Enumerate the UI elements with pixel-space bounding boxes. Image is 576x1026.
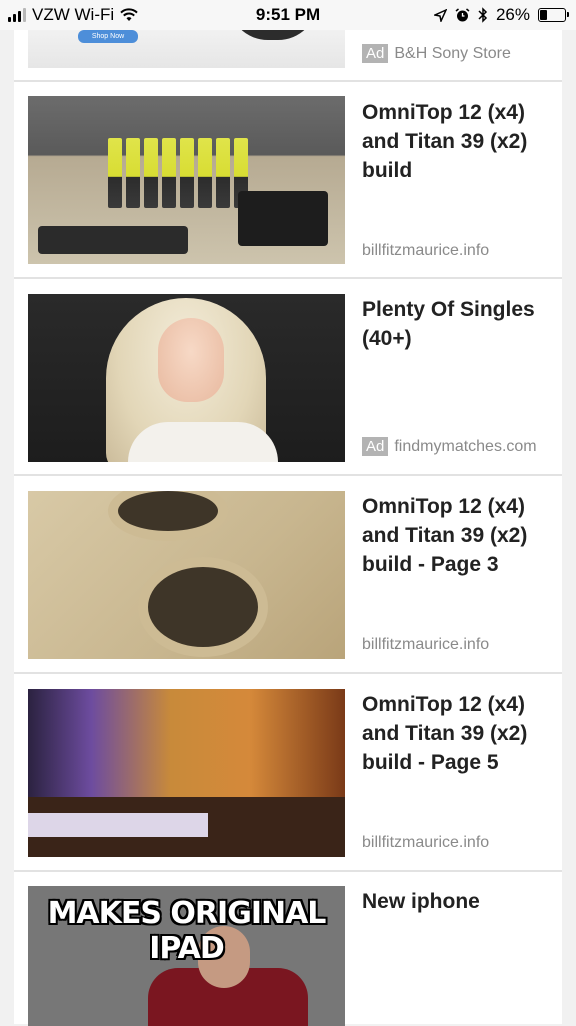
ad-badge: Ad — [362, 44, 389, 63]
meme-caption: MAKES ORIGINAL IPAD — [47, 896, 327, 966]
article-thumbnail — [28, 491, 345, 659]
battery-icon — [538, 8, 569, 22]
card-source: Ad findmymatches.com — [362, 437, 537, 456]
content-feed: Shop Now Ad B&H Sony Store OmniTop 12 (x… — [14, 0, 562, 1026]
article-title[interactable]: OmniTop 12 (x4) and Titan 39 (x2) build — [362, 98, 552, 185]
article-thumbnail — [28, 96, 345, 264]
ad-thumbnail — [28, 294, 345, 462]
article-title[interactable]: Plenty Of Singles (40+) — [362, 295, 552, 353]
article-title[interactable]: New iphone — [362, 887, 552, 916]
source-label: billfitzmaurice.info — [362, 834, 490, 851]
status-bar: VZW Wi-Fi 9:51 PM 26% — [0, 0, 576, 30]
article-title[interactable]: OmniTop 12 (x4) and Titan 39 (x2) build … — [362, 690, 552, 777]
battery-percent: 26% — [495, 5, 530, 24]
card-source: Ad B&H Sony Store — [362, 44, 511, 63]
source-label: findmymatches.com — [394, 437, 537, 455]
bluetooth-icon — [478, 7, 488, 23]
article-card[interactable]: OmniTop 12 (x4) and Titan 39 (x2) build … — [14, 82, 562, 279]
article-thumbnail: MAKES ORIGINAL IPAD — [28, 886, 345, 1026]
source-label: billfitzmaurice.info — [362, 242, 490, 259]
ad-badge: Ad — [362, 437, 389, 456]
alarm-clock-icon — [455, 7, 470, 21]
source-label: billfitzmaurice.info — [362, 636, 490, 653]
article-card[interactable]: OmniTop 12 (x4) and Titan 39 (x2) build … — [14, 674, 562, 872]
source-label: B&H Sony Store — [394, 44, 511, 62]
article-card[interactable]: MAKES ORIGINAL IPAD New iphone — [14, 872, 562, 1026]
article-title[interactable]: OmniTop 12 (x4) and Titan 39 (x2) build … — [362, 492, 552, 579]
article-thumbnail — [28, 689, 345, 857]
article-card[interactable]: OmniTop 12 (x4) and Titan 39 (x2) build … — [14, 476, 562, 674]
ad-card-findmymatches[interactable]: Plenty Of Singles (40+) Ad findmymatches… — [14, 279, 562, 476]
location-arrow-icon — [433, 8, 447, 22]
shop-now-button: Shop Now — [78, 30, 138, 43]
